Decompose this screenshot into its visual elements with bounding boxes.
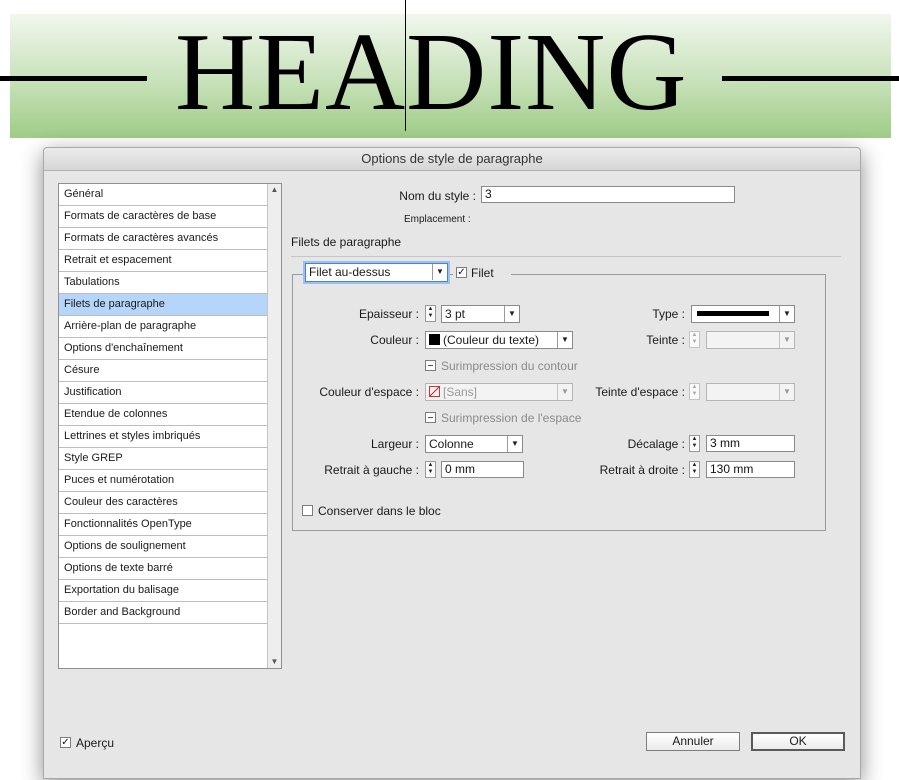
type-dropdown[interactable]: ▼ — [691, 305, 795, 323]
sidebar-item[interactable]: Formats de caractères avancés — [59, 228, 267, 250]
cancel-button[interactable]: Annuler — [646, 732, 740, 751]
sidebar-item[interactable]: Couleur des caractères — [59, 492, 267, 514]
largeur-value: Colonne — [429, 437, 474, 451]
sidebar-item[interactable]: Etendue de colonnes — [59, 404, 267, 426]
rule-right — [722, 76, 899, 81]
couleur-espace-value: [Sans] — [443, 385, 478, 399]
decalage-stepper[interactable]: ▲ ▼ — [689, 435, 700, 452]
couleur-dropdown[interactable]: (Couleur du texte) ▼ — [425, 331, 573, 349]
category-items: Général Formats de caractères de base Form… — [59, 184, 267, 624]
couleur-espace-dropdown[interactable]: [Sans] ▼ — [425, 383, 573, 401]
conserver-checkbox[interactable] — [302, 505, 313, 516]
sidebar-item[interactable]: Options d'enchaînement — [59, 338, 267, 360]
retrait-gauche-stepper[interactable]: ▲ ▼ — [425, 461, 436, 478]
sidebar-item[interactable]: Lettrines et styles imbriqués — [59, 426, 267, 448]
sidebar-item[interactable]: Arrière-plan de paragraphe — [59, 316, 267, 338]
decalage-label: Décalage : — [627, 437, 685, 451]
teinte-espace-stepper[interactable]: ▲ ▼ — [689, 383, 700, 400]
sidebar-item[interactable]: Césure — [59, 360, 267, 382]
paragraph-style-dialog: Options de style de paragraphe Général Fo… — [43, 147, 861, 779]
category-list[interactable]: Général Formats de caractères de base Form… — [58, 183, 282, 669]
sidebar-item[interactable]: Exportation du balisage — [59, 580, 267, 602]
couleur-espace-label: Couleur d'espace : — [319, 385, 419, 399]
scroll-down-icon[interactable]: ▼ — [268, 656, 281, 668]
sidebar-item[interactable]: Retrait et espacement — [59, 250, 267, 272]
epaisseur-value: 3 pt — [445, 307, 466, 321]
rule-checkbox-label: Filet — [471, 266, 494, 280]
rule-checkbox[interactable]: ✓ — [456, 267, 467, 278]
teinte-espace-combo[interactable]: ▼ — [706, 383, 795, 401]
black-swatch-icon — [429, 334, 440, 345]
epaisseur-combo[interactable]: 3 pt ▼ — [441, 305, 520, 323]
surimpression-contour-label: Surimpression du contour — [441, 359, 578, 373]
retrait-droite-label: Retrait à droite : — [599, 463, 685, 477]
location-label: Emplacement : — [404, 214, 471, 225]
section-divider — [291, 256, 841, 257]
teinte-stepper[interactable]: ▲ ▼ — [689, 331, 700, 348]
largeur-dropdown[interactable]: Colonne ▼ — [425, 435, 523, 453]
epaisseur-label: Epaisseur : — [358, 307, 419, 321]
sidebar-item[interactable]: Puces et numérotation — [59, 470, 267, 492]
surimpression-contour-checkbox[interactable]: – — [425, 360, 436, 371]
sidebar-item[interactable]: Général — [59, 184, 267, 206]
teinte-combo[interactable]: ▼ — [706, 331, 795, 349]
retrait-droite-input[interactable] — [706, 461, 795, 478]
sidebar-item[interactable]: Options de texte barré — [59, 558, 267, 580]
chevron-down-icon: ▼ — [507, 436, 522, 452]
dialog-title: Options de style de paragraphe — [44, 148, 860, 171]
style-name-input[interactable] — [481, 186, 735, 203]
scroll-up-icon[interactable]: ▲ — [268, 184, 281, 196]
sidebar-item[interactable]: Justification — [59, 382, 267, 404]
sidebar-item[interactable]: Style GREP — [59, 448, 267, 470]
preview-label: Aperçu — [76, 736, 115, 750]
sidebar-item[interactable]: Filets de paragraphe — [59, 294, 267, 316]
chevron-down-icon: ▼ — [432, 264, 447, 280]
ok-button[interactable]: OK — [751, 732, 845, 751]
heading-text: HEADING — [175, 11, 688, 134]
sidebar-item[interactable]: Tabulations — [59, 272, 267, 294]
category-scrollbar[interactable]: ▲ ▼ — [267, 184, 281, 668]
style-name-label: Nom du style : — [399, 189, 476, 203]
chevron-down-icon: ▼ — [779, 384, 794, 400]
teinte-espace-label: Teinte d'espace : — [595, 385, 685, 399]
line-type-sample — [697, 311, 769, 316]
surimpression-espace-checkbox[interactable]: – — [425, 412, 436, 423]
surimpression-espace-label: Surimpression de l'espace — [441, 411, 582, 425]
sidebar-item[interactable]: Fonctionnalités OpenType — [59, 514, 267, 536]
type-label: Type : — [652, 307, 685, 321]
sidebar-item[interactable]: Formats de caractères de base — [59, 206, 267, 228]
preview-checkbox[interactable]: ✓ — [60, 737, 71, 748]
section-title: Filets de paragraphe — [291, 235, 402, 249]
chevron-down-icon: ▼ — [504, 306, 519, 322]
retrait-droite-stepper[interactable]: ▲ ▼ — [689, 461, 700, 478]
epaisseur-stepper[interactable]: ▲ ▼ — [425, 305, 436, 322]
retrait-gauche-label: Retrait à gauche : — [324, 463, 419, 477]
sidebar-item[interactable]: Border and Background — [59, 602, 267, 624]
chevron-down-icon: ▼ — [557, 332, 572, 348]
text-cursor — [405, 0, 406, 131]
couleur-value: (Couleur du texte) — [443, 333, 540, 347]
rule-left — [0, 76, 147, 81]
teinte-label: Teinte : — [646, 333, 685, 347]
rule-position-value: Filet au-dessus — [309, 265, 391, 279]
largeur-label: Largeur : — [370, 437, 419, 451]
rule-position-dropdown[interactable]: Filet au-dessus ▼ — [305, 263, 448, 282]
chevron-down-icon: ▼ — [557, 384, 572, 400]
conserver-label: Conserver dans le bloc — [318, 504, 441, 518]
decalage-input[interactable] — [706, 435, 795, 452]
chevron-down-icon: ▼ — [779, 332, 794, 348]
none-swatch-icon — [429, 386, 440, 397]
chevron-down-icon: ▼ — [779, 306, 794, 322]
couleur-label: Couleur : — [370, 333, 419, 347]
sidebar-item[interactable]: Options de soulignement — [59, 536, 267, 558]
retrait-gauche-input[interactable] — [441, 461, 524, 478]
